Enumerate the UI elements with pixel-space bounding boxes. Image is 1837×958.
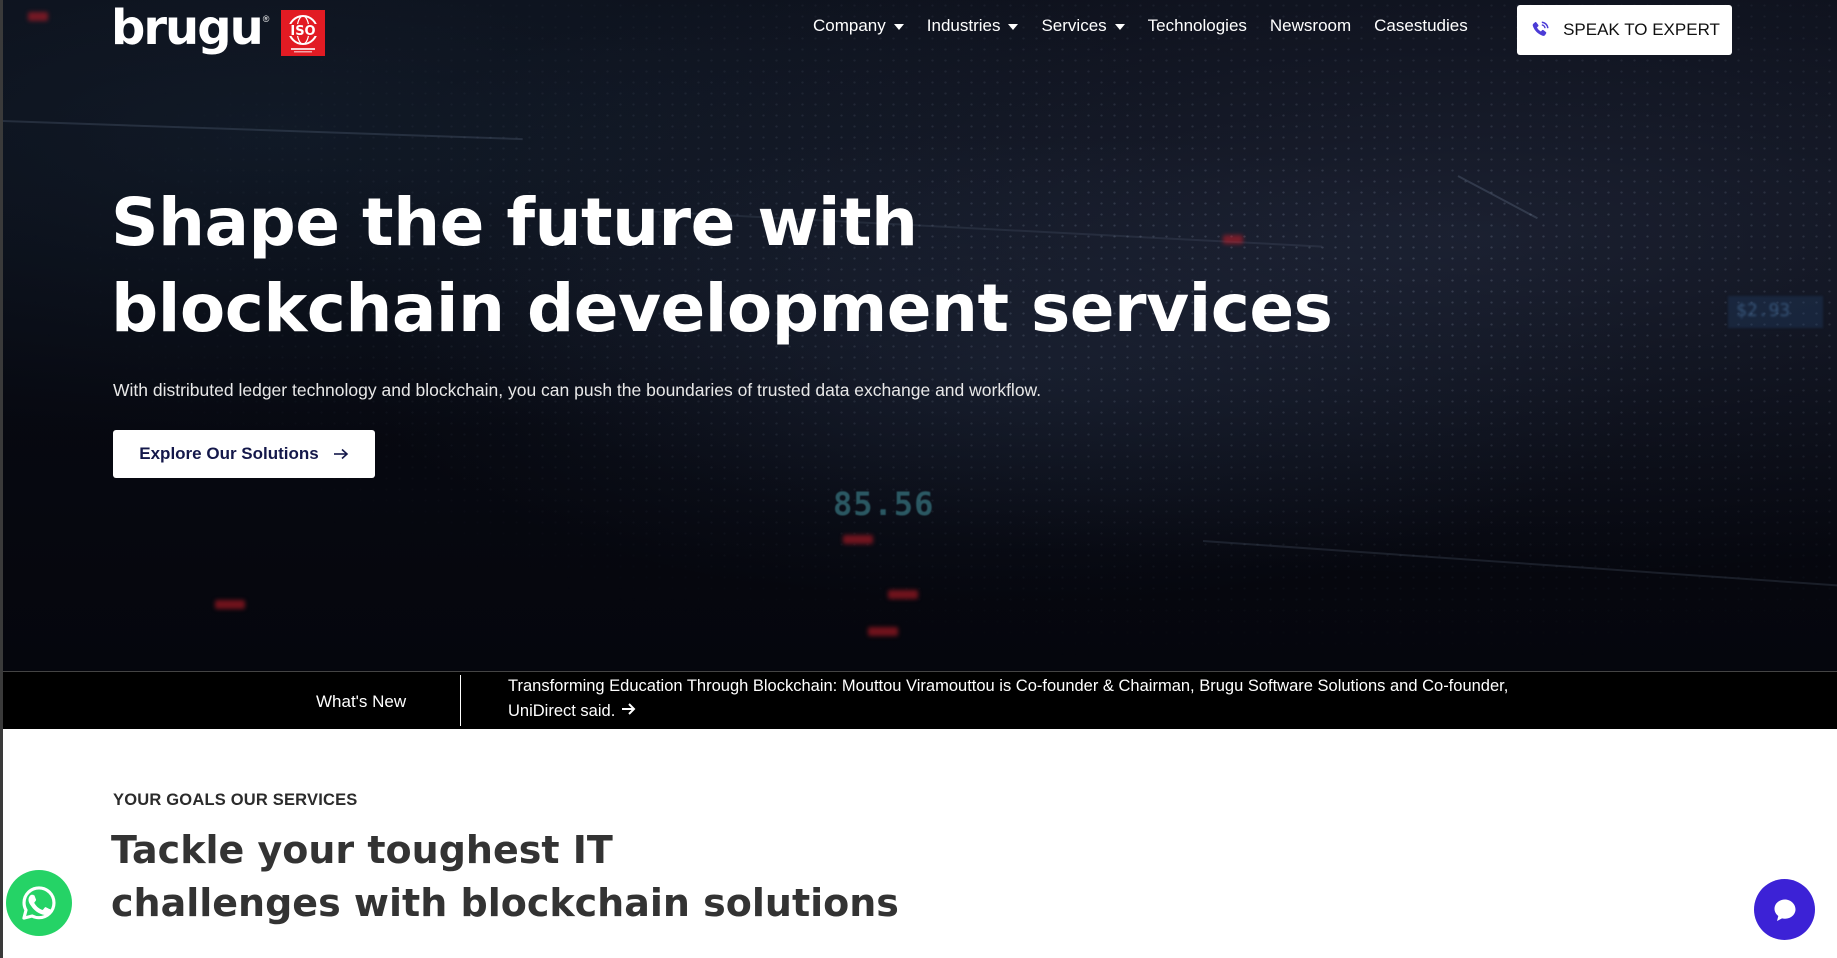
arrow-right-icon <box>333 448 349 460</box>
caret-down-icon <box>1008 24 1019 30</box>
iso-badge-text: ISO <box>291 24 316 39</box>
nav-item-label: Technologies <box>1147 16 1247 35</box>
whats-new-bar: What's New Transforming Education Throug… <box>3 671 1837 729</box>
nav-item-casestudies[interactable]: Casestudies <box>1374 16 1468 36</box>
hero-title: Shape the future with blockchain develop… <box>111 180 1511 352</box>
hero-background-price-box: $2.93 <box>1728 296 1823 328</box>
hero-red-marker <box>215 600 245 609</box>
arrow-right-icon <box>621 699 637 724</box>
explore-solutions-label: Explore Our Solutions <box>139 444 319 463</box>
whats-new-label: What's New <box>316 692 407 711</box>
hero-subtitle: With distributed ledger technology and b… <box>113 380 1042 400</box>
hero-red-marker <box>843 535 873 544</box>
phone-icon <box>1529 19 1551 41</box>
whatsapp-button[interactable] <box>6 870 72 936</box>
hero-section: 85.56 $2.93 brugu ® ISO Company Industri… <box>3 0 1837 671</box>
news-headline-link[interactable]: Transforming Education Through Blockchai… <box>508 674 1528 723</box>
logo-wordmark: brugu <box>111 0 264 56</box>
main-nav: Company Industries Services Technologies… <box>813 14 1491 38</box>
section-title: Tackle your toughest IT challenges with … <box>111 824 1111 930</box>
caret-down-icon <box>893 24 904 30</box>
hero-background-number: 85.56 <box>833 485 935 523</box>
page: 85.56 $2.93 brugu ® ISO Company Industri… <box>0 0 1837 958</box>
services-section: YOUR GOALS OUR SERVICES Tackle your toug… <box>3 729 1837 958</box>
chat-bubble-icon <box>1771 896 1799 924</box>
registered-mark: ® <box>262 14 270 24</box>
nav-item-technologies[interactable]: Technologies <box>1148 16 1247 36</box>
nav-item-label: Services <box>1041 16 1107 35</box>
hero-red-marker <box>868 627 898 636</box>
news-headline: Transforming Education Through Blockchai… <box>508 677 1509 720</box>
speak-to-expert-button[interactable]: SPEAK TO EXPERT <box>1517 5 1732 55</box>
section-eyebrow: YOUR GOALS OUR SERVICES <box>113 791 358 809</box>
caret-down-icon <box>1114 24 1125 30</box>
brand-logo[interactable]: brugu ® ISO <box>111 0 326 56</box>
section-title-line: Tackle your toughest IT <box>111 828 613 872</box>
news-divider <box>460 675 461 726</box>
hero-red-marker <box>888 590 918 599</box>
nav-item-services[interactable]: Services <box>1041 16 1125 36</box>
whatsapp-icon <box>18 882 60 924</box>
hero-red-marker <box>28 12 48 21</box>
nav-item-label: Casestudies <box>1374 16 1468 35</box>
hero-title-line: blockchain development services <box>111 270 1333 347</box>
hero-title-line: Shape the future with <box>111 184 918 261</box>
section-title-line: challenges with blockchain solutions <box>111 881 899 925</box>
nav-item-newsroom[interactable]: Newsroom <box>1270 16 1351 36</box>
nav-item-industries[interactable]: Industries <box>927 16 1019 36</box>
speak-to-expert-label: SPEAK TO EXPERT <box>1563 20 1720 39</box>
nav-item-label: Newsroom <box>1269 16 1352 35</box>
chat-button[interactable] <box>1754 879 1815 940</box>
explore-solutions-button[interactable]: Explore Our Solutions <box>113 430 375 478</box>
nav-item-label: Industries <box>926 16 1001 35</box>
iso-badge-icon: ISO <box>281 10 326 56</box>
nav-item-company[interactable]: Company <box>813 16 904 36</box>
nav-item-label: Company <box>813 16 886 35</box>
